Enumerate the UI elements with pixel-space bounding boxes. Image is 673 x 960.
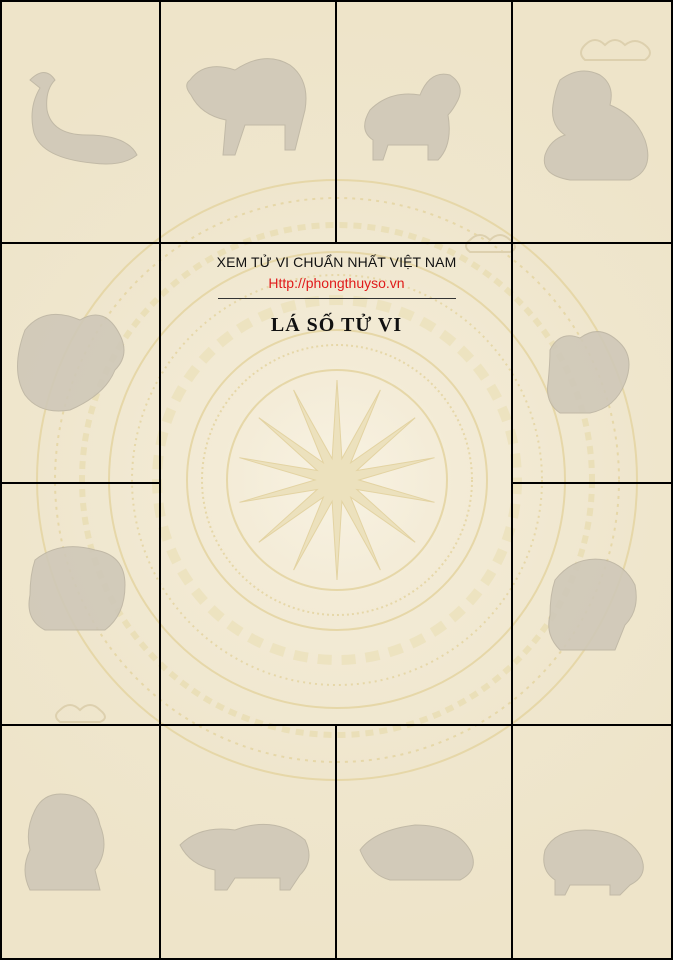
- header-url[interactable]: Http://phongthuyso.vn: [162, 275, 511, 291]
- horoscope-board: XEM TỬ VI CHUẨN NHẤT VIỆT NAM Http://pho…: [0, 0, 673, 960]
- header-divider: [218, 298, 456, 299]
- center-header: XEM TỬ VI CHUẨN NHẤT VIỆT NAM Http://pho…: [162, 244, 511, 482]
- page-title: LÁ SỐ TỬ VI: [270, 314, 403, 336]
- header-subtitle: XEM TỬ VI CHUẨN NHẤT VIỆT NAM: [216, 254, 457, 270]
